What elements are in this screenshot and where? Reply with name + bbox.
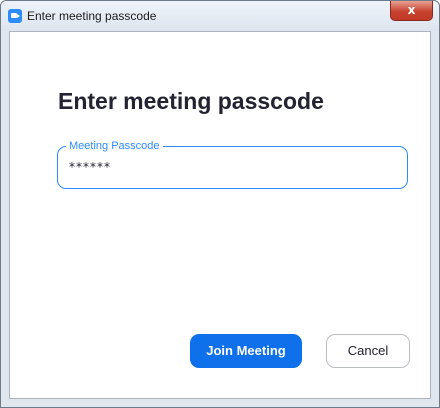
passcode-input[interactable]: ******	[69, 160, 111, 174]
title-bar[interactable]: Enter meeting passcode x	[1, 1, 439, 31]
passcode-field-label: Meeting Passcode	[66, 138, 163, 154]
passcode-field[interactable]: Meeting Passcode ******	[57, 138, 408, 189]
page-title: Enter meeting passcode	[58, 88, 324, 114]
dialog-window: Enter meeting passcode x Enter meeting p…	[0, 0, 440, 408]
zoom-app-icon	[8, 9, 22, 23]
dialog-content: Enter meeting passcode Meeting Passcode …	[9, 31, 431, 399]
close-button[interactable]: x	[390, 1, 433, 21]
join-meeting-button[interactable]: Join Meeting	[190, 334, 302, 368]
window-title: Enter meeting passcode	[27, 9, 157, 23]
cancel-button[interactable]: Cancel	[326, 334, 410, 368]
